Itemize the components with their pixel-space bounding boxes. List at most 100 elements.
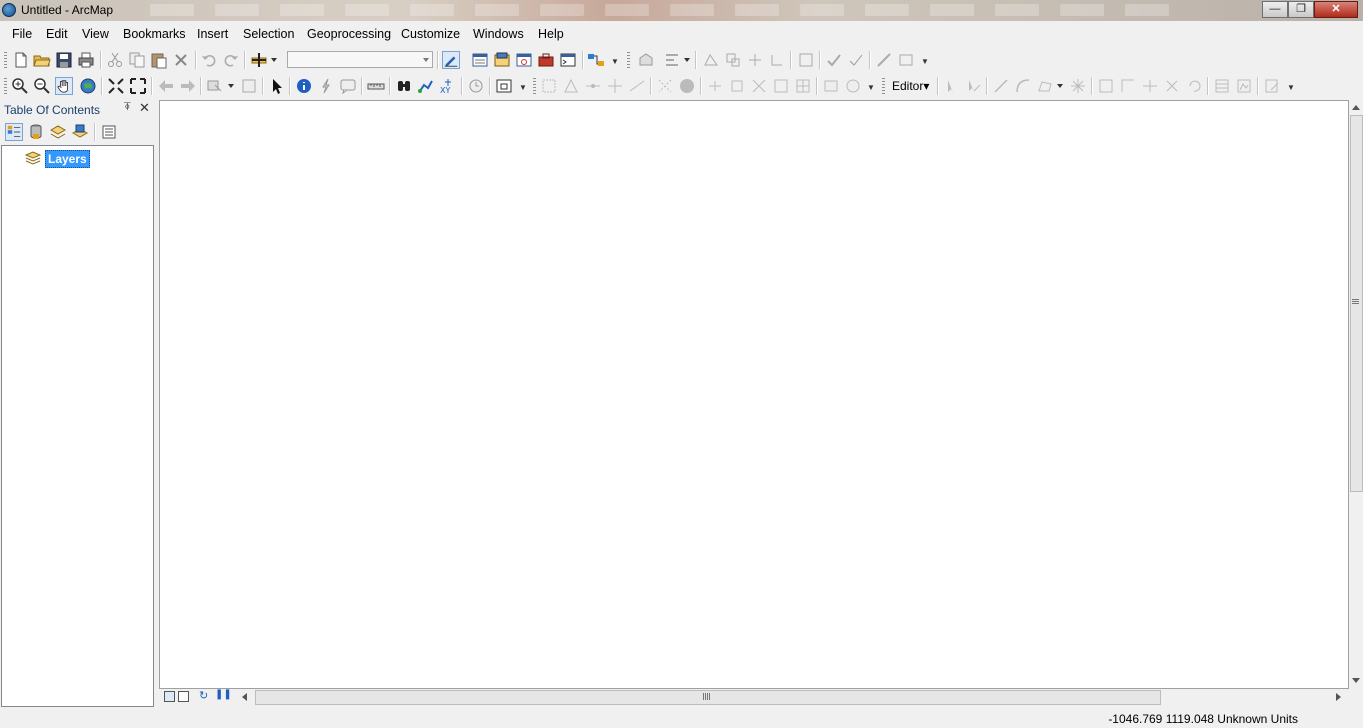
select-elements-icon[interactable]: [268, 77, 286, 95]
time-slider-icon[interactable]: [467, 77, 485, 95]
close-window-button[interactable]: ✕: [1314, 1, 1358, 18]
edit-annotation-icon[interactable]: [562, 77, 580, 95]
arc-segment-icon[interactable]: [1014, 77, 1032, 95]
rotate-icon[interactable]: [1163, 77, 1181, 95]
sketch-properties-icon[interactable]: [822, 77, 840, 95]
menu-view[interactable]: View: [82, 27, 109, 41]
menu-customize[interactable]: Customize: [401, 27, 460, 41]
menu-insert[interactable]: Insert: [197, 27, 228, 41]
toolbar-overflow-icon-4[interactable]: ▼: [867, 82, 875, 94]
menu-selection[interactable]: Selection: [243, 27, 294, 41]
list-by-drawing-order-icon[interactable]: [5, 123, 23, 141]
html-popup-icon[interactable]: [339, 77, 357, 95]
scroll-up-icon[interactable]: [1352, 105, 1360, 110]
fixed-zoom-out-icon[interactable]: [129, 77, 147, 95]
refresh-icon[interactable]: ↻: [199, 689, 208, 702]
menu-help[interactable]: Help: [538, 27, 564, 41]
pan-icon[interactable]: [55, 77, 73, 95]
split-line-icon[interactable]: [1141, 77, 1159, 95]
toolbar-overflow-icon-3[interactable]: ▼: [519, 82, 527, 94]
python-window-icon[interactable]: [559, 51, 577, 69]
data-view-icon[interactable]: [164, 691, 175, 702]
toolbar-overflow-icon-5[interactable]: ▼: [1287, 82, 1295, 94]
search-window-icon[interactable]: [515, 51, 533, 69]
polygon-tool-icon[interactable]: [1036, 77, 1054, 95]
sketch-properties-window-icon[interactable]: [1235, 77, 1253, 95]
vertical-scrollbar[interactable]: [1349, 100, 1363, 689]
pin-icon[interactable]: ⍕: [124, 101, 131, 114]
edit-vertices-tool-icon[interactable]: [964, 77, 982, 95]
create-features-icon[interactable]: [844, 77, 862, 95]
add-data-icon[interactable]: [250, 51, 268, 69]
create-viewer-window-icon[interactable]: [495, 77, 513, 95]
clear-selection-icon[interactable]: [240, 77, 258, 95]
rotate-tool-icon[interactable]: [728, 77, 746, 95]
full-extent-icon[interactable]: [79, 77, 97, 95]
cut-icon[interactable]: [106, 51, 124, 69]
topology-shared-icon[interactable]: [724, 51, 742, 69]
fixed-zoom-in-icon[interactable]: [107, 77, 125, 95]
find-icon[interactable]: [395, 77, 413, 95]
toolbar-overflow-icon-2[interactable]: ▼: [921, 56, 929, 68]
new-document-icon[interactable]: [12, 51, 30, 69]
map-topology-icon[interactable]: [797, 51, 815, 69]
menu-geoprocessing[interactable]: Geoprocessing: [307, 27, 391, 41]
edit-pointer-icon[interactable]: [942, 77, 960, 95]
edit-vertices-icon[interactable]: [663, 51, 681, 69]
endpoint-arc-icon[interactable]: [606, 77, 624, 95]
find-route-icon[interactable]: [417, 77, 435, 95]
minimize-button[interactable]: —: [1262, 1, 1288, 18]
save-icon[interactable]: [55, 51, 73, 69]
menu-file[interactable]: File: [12, 27, 32, 41]
open-folder-icon[interactable]: [33, 51, 51, 69]
attributes-window-icon[interactable]: [1213, 77, 1231, 95]
hyperlink-icon[interactable]: [317, 77, 335, 95]
table-of-contents-icon[interactable]: [471, 51, 489, 69]
map-scale-combobox[interactable]: [287, 51, 433, 68]
restore-button[interactable]: ❐: [1288, 1, 1314, 18]
snap-edge-icon[interactable]: [768, 51, 786, 69]
select-features-icon[interactable]: [206, 77, 224, 95]
model-builder-icon[interactable]: [587, 51, 605, 69]
straight-segment-icon[interactable]: [584, 77, 602, 95]
list-by-selection-icon[interactable]: [71, 123, 89, 141]
list-by-visibility-icon[interactable]: [49, 123, 67, 141]
close-icon[interactable]: ✕: [139, 100, 150, 116]
print-icon[interactable]: [77, 51, 95, 69]
trace-icon[interactable]: [628, 77, 646, 95]
back-extent-icon[interactable]: [157, 77, 175, 95]
options-icon[interactable]: [100, 123, 118, 141]
georeferencing-icon[interactable]: [637, 51, 655, 69]
catalog-icon[interactable]: [493, 51, 511, 69]
attributes-icon[interactable]: [794, 77, 812, 95]
arcmap-app-icon[interactable]: [2, 3, 16, 17]
zoom-in-icon[interactable]: [11, 77, 29, 95]
split-tool-icon[interactable]: [706, 77, 724, 95]
validate-topology-icon[interactable]: [825, 51, 843, 69]
menu-edit[interactable]: Edit: [46, 27, 68, 41]
cut-polygons-icon[interactable]: [750, 77, 768, 95]
menu-windows[interactable]: Windows: [473, 27, 524, 41]
toolbar-overflow-icon[interactable]: ▼: [611, 56, 619, 68]
delete-icon[interactable]: [172, 51, 190, 69]
align-edge-icon[interactable]: [746, 51, 764, 69]
fix-topology-icon[interactable]: [875, 51, 893, 69]
point-icon[interactable]: [656, 77, 674, 95]
edit-annotation-tool-icon[interactable]: [1097, 77, 1115, 95]
undo-icon[interactable]: [200, 51, 218, 69]
topology-properties-icon[interactable]: [897, 51, 915, 69]
edit-tool-icon[interactable]: [540, 77, 558, 95]
scroll-right-icon[interactable]: [1336, 693, 1341, 701]
add-data-dropdown-icon[interactable]: [271, 58, 277, 62]
forward-extent-icon[interactable]: [179, 77, 197, 95]
error-inspector-icon[interactable]: [847, 51, 865, 69]
topology-edit-icon[interactable]: [702, 51, 720, 69]
identify-icon[interactable]: [295, 77, 313, 95]
redo-icon[interactable]: [222, 51, 240, 69]
layout-view-icon[interactable]: [178, 691, 189, 702]
scroll-down-icon[interactable]: [1352, 678, 1360, 683]
create-features-window-icon[interactable]: [1263, 77, 1281, 95]
cut-polygon-tool-icon[interactable]: [1119, 77, 1137, 95]
editor-toolbar-icon[interactable]: [442, 51, 460, 69]
zoom-out-icon[interactable]: [33, 77, 51, 95]
